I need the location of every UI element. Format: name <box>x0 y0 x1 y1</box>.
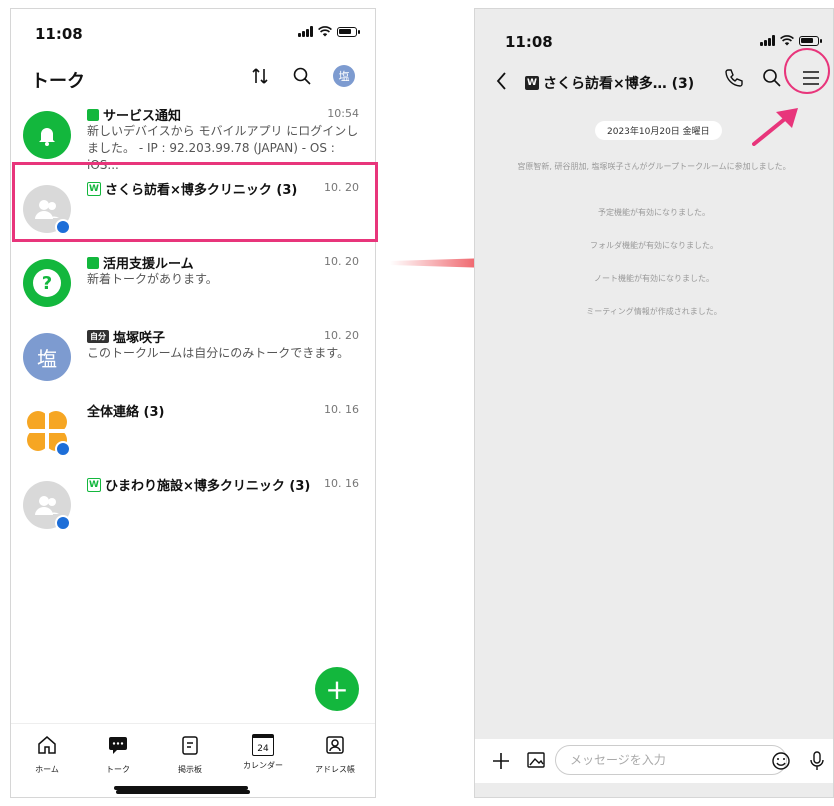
status-bar: 11:08 <box>11 9 375 53</box>
tab-home[interactable]: ホーム <box>17 734 77 775</box>
highlight-box <box>12 162 378 242</box>
talk-name: 活用支援ルーム <box>87 253 194 272</box>
system-message: ノート機能が有効になりました。 <box>594 274 714 283</box>
home-indicator <box>114 786 248 790</box>
status-time: 11:08 <box>35 25 83 43</box>
page-title: トーク <box>31 71 85 92</box>
help-icon: ? <box>23 259 71 307</box>
bell-icon <box>23 111 71 159</box>
board-icon <box>182 736 198 755</box>
tab-address-book[interactable]: アドレス帳 <box>305 734 365 775</box>
signal-icon <box>760 35 775 46</box>
plus-icon[interactable] <box>491 751 511 771</box>
tab-label: ホーム <box>35 765 59 774</box>
search-icon[interactable] <box>291 65 313 87</box>
talk-preview: このトークルームは自分にのみトークできます。 <box>87 346 350 360</box>
sort-icon[interactable] <box>249 65 271 87</box>
wifi-icon <box>318 26 332 37</box>
tab-label: アドレス帳 <box>315 765 355 774</box>
talk-name: W ひまわり施設×博多クリニック (3) <box>87 475 310 494</box>
group-badge-icon <box>55 515 71 531</box>
talk-row-all-contact[interactable]: 全体連絡 (3) 10. 16 <box>11 397 375 471</box>
talk-name-text: サービス通知 <box>103 109 182 124</box>
header-actions: 塩 <box>249 65 355 87</box>
talk-time: 10:54 <box>327 107 359 120</box>
room-title-text: さくら訪看×博多… (3) <box>543 76 695 92</box>
system-message: ミーティング情報が作成されました。 <box>586 307 722 316</box>
talk-time: 10. 16 <box>324 477 359 490</box>
talk-preview: 新着トークがあります。 <box>87 272 218 286</box>
status-icons <box>298 26 360 37</box>
mic-icon[interactable] <box>809 751 825 771</box>
signal-icon <box>298 26 313 37</box>
tab-label: カレンダー <box>243 761 283 770</box>
chat-header: W さくら訪看×博多… (3) <box>475 65 833 99</box>
chat-icon <box>109 737 127 754</box>
group-badge-icon <box>55 441 71 457</box>
battery-icon <box>799 35 822 46</box>
status-time: 11:08 <box>505 33 553 51</box>
talk-name: 自分 塩塚咲子 <box>87 327 165 346</box>
talk-name-text: 全体連絡 (3) <box>87 405 165 420</box>
tab-calendar[interactable]: 24 カレンダー <box>233 734 293 771</box>
talk-name-text: 活用支援ルーム <box>103 257 194 272</box>
works-badge-icon: W <box>87 477 101 492</box>
wifi-icon <box>780 35 794 46</box>
calendar-day: 24 <box>257 744 269 754</box>
arrow-up-right-icon <box>752 108 798 146</box>
talk-header: トーク 塩 <box>11 57 375 101</box>
works-badge-icon: W <box>525 76 539 90</box>
profile-avatar[interactable]: 塩 <box>333 65 355 87</box>
tab-label: トーク <box>106 765 130 774</box>
date-divider: 2023年10月20日 金曜日 <box>595 121 722 140</box>
battery-icon <box>337 26 360 37</box>
system-message: 宮原智新, 研谷朋加, 塩塚咲子さんがグループトークルームに参加しました。 <box>517 162 791 171</box>
address-book-icon <box>326 736 344 754</box>
home-icon <box>38 736 56 754</box>
new-talk-button[interactable]: + <box>315 667 359 711</box>
calendar-icon: 24 <box>252 734 274 756</box>
status-icons <box>760 35 822 46</box>
talk-name-text: 塩塚咲子 <box>113 331 166 346</box>
tab-talk[interactable]: トーク <box>88 734 148 775</box>
user-avatar: 塩 <box>23 333 71 381</box>
message-input[interactable]: メッセージを入力 <box>555 745 787 775</box>
talk-time: 10. 16 <box>324 403 359 416</box>
tab-board[interactable]: 掲示板 <box>160 734 220 775</box>
talk-name: サービス通知 <box>87 105 181 124</box>
talk-list-screen: 11:08 トーク 塩 サービス通知 10:54 新しいデバイスから モバイルア… <box>10 8 376 798</box>
phone-call-icon[interactable] <box>723 67 745 89</box>
system-message: フォルダ機能が有効になりました。 <box>590 241 718 250</box>
talk-time: 10. 20 <box>324 255 359 268</box>
talk-name-text: ひまわり施設×博多クリニック (3) <box>105 479 311 494</box>
home-indicator <box>116 790 250 794</box>
talk-row-self[interactable]: 塩 自分 塩塚咲子 10. 20 このトークルームは自分にのみトークできます。 <box>11 323 375 397</box>
talk-name: 全体連絡 (3) <box>87 401 164 420</box>
self-badge: 自分 <box>87 330 109 343</box>
support-icon <box>87 256 99 269</box>
message-input-bar: メッセージを入力 <box>475 739 833 783</box>
talk-row-himawari-group[interactable]: W ひまわり施設×博多クリニック (3) 10. 16 <box>11 471 375 545</box>
tab-label: 掲示板 <box>178 765 202 774</box>
system-message: 予定機能が有効になりました。 <box>598 208 710 217</box>
image-icon[interactable] <box>527 751 545 769</box>
bot-icon <box>87 108 99 121</box>
back-icon[interactable] <box>493 69 511 93</box>
emoji-icon[interactable] <box>771 751 791 771</box>
menu-highlight-circle <box>784 48 830 94</box>
search-icon[interactable] <box>761 67 783 89</box>
room-title: W さくら訪看×博多… (3) <box>525 73 694 93</box>
talk-time: 10. 20 <box>324 329 359 342</box>
talk-row-support-room[interactable]: ? 活用支援ルーム 10. 20 新着トークがあります。 <box>11 249 375 323</box>
